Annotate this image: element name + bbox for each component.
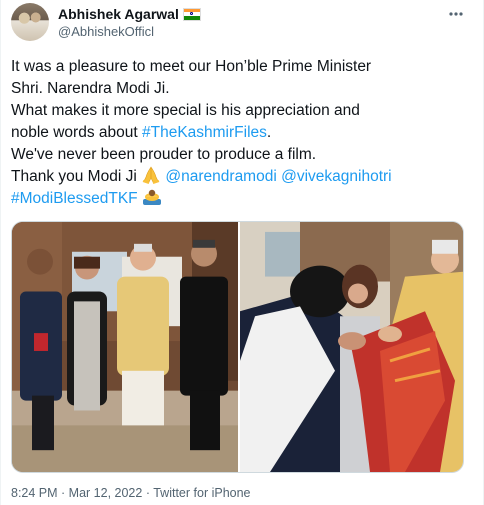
tweet-time[interactable]: 8:24 PM (11, 486, 58, 500)
tweet-line: noble words about #TheKashmirFiles. (11, 122, 481, 144)
tweet-text: It was a pleasure to meet our Hon’ble Pr… (11, 56, 481, 210)
meta-separator: · (142, 486, 154, 500)
tweet-line: Thank you Modi Ji @narendramodi @vivekag… (11, 166, 481, 188)
meta-separator: · (57, 486, 69, 500)
tweet-line: #ModiBlessedTKF (11, 188, 481, 210)
tweet-card: Abhishek Agarwal @AbhishekOfficl It was … (0, 0, 484, 505)
author-name-row: Abhishek Agarwal (58, 6, 201, 22)
author-handle[interactable]: @AbhishekOfficl (58, 24, 154, 39)
tweet-line: Shri. Narendra Modi Ji. (11, 80, 170, 97)
tweet-date[interactable]: Mar 12, 2022 (69, 486, 143, 500)
tweet-line: What makes it more special is his apprec… (11, 102, 360, 119)
mention-vivekagnihotri-link[interactable]: @vivekagnihotri (281, 168, 392, 185)
hashtag-modiblessedtkf-link[interactable]: #ModiBlessedTKF (11, 190, 138, 207)
mention-narendramodi-link[interactable]: @narendramodi (165, 168, 276, 185)
tweet-text-segment: Thank you Modi Ji (11, 168, 142, 185)
india-flag-icon (182, 7, 201, 21)
tweet-line: It was a pleasure to meet our Hon’ble Pr… (11, 58, 372, 75)
felicitation-photo[interactable] (240, 222, 463, 472)
author-display-name[interactable]: Abhishek Agarwal (58, 6, 179, 22)
folded-hands-icon (141, 166, 161, 184)
tweet-media[interactable] (11, 221, 464, 473)
group-photo[interactable] (12, 222, 238, 472)
more-icon[interactable] (447, 5, 465, 28)
hashtag-thekashmirfiles-link[interactable]: #TheKashmirFiles (142, 124, 267, 141)
tweet-meta: 8:24 PM · Mar 12, 2022 · Twitter for iPh… (11, 486, 251, 500)
tweet-line: We've never been prouder to produce a fi… (11, 146, 317, 163)
tweet-text-segment: . (266, 124, 272, 141)
person-bowing-icon (142, 188, 162, 205)
avatar[interactable] (11, 3, 49, 41)
tweet-source: Twitter for iPhone (153, 486, 251, 500)
tweet-text-segment: noble words about (11, 124, 142, 141)
